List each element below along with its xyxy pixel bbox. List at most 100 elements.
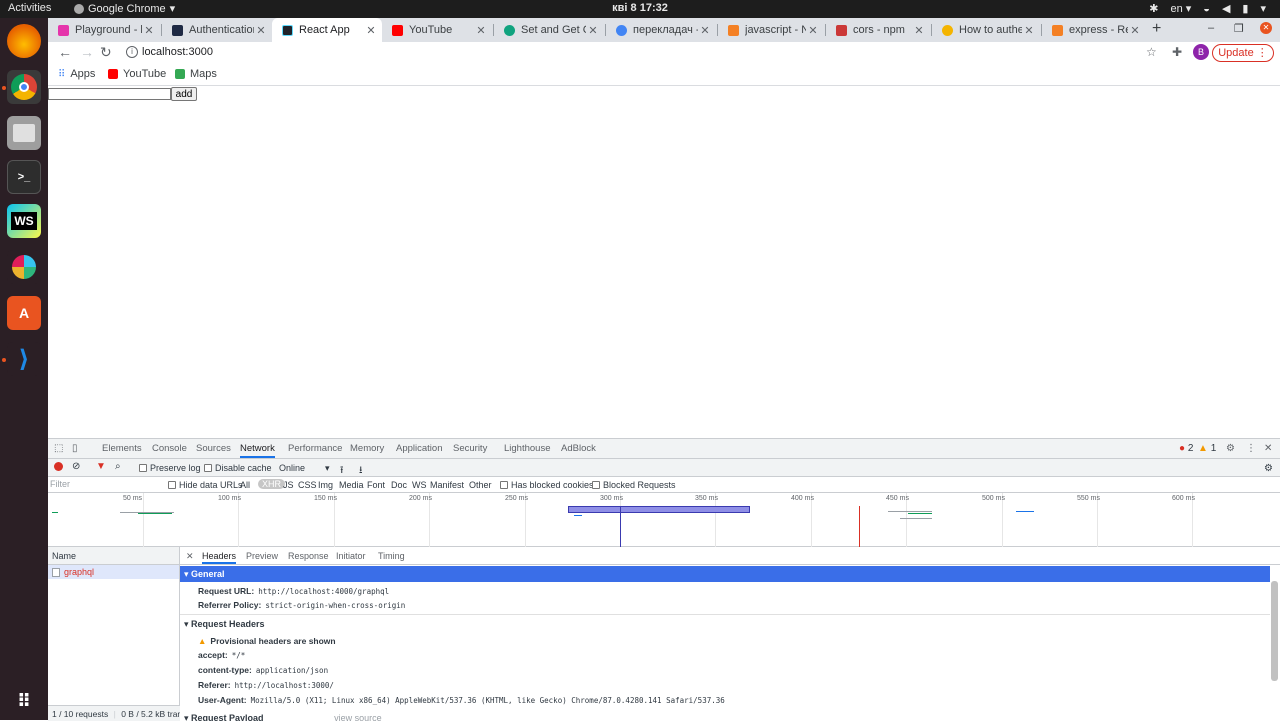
restore-button[interactable]: ❐ (1234, 22, 1244, 35)
blocked-requests-checkbox[interactable]: Blocked Requests (592, 480, 676, 490)
back-button[interactable]: ← (58, 44, 72, 60)
clear-icon[interactable]: ⊘ (72, 461, 80, 472)
close-window-button[interactable]: ✕ (1260, 22, 1272, 34)
search-icon[interactable]: ⌕ (115, 461, 121, 472)
new-tab-button[interactable]: + (1152, 20, 1161, 38)
filter-type-ws[interactable]: WS (412, 480, 427, 490)
tab-translator[interactable]: перекладач - ✕ (606, 18, 716, 42)
software-center-icon[interactable]: A (7, 296, 41, 330)
network-settings-gear-icon[interactable]: ⚙ (1264, 463, 1273, 474)
tab-authentication[interactable]: Authentication ✕ (162, 18, 272, 42)
close-icon[interactable]: ✕ (254, 24, 268, 37)
battery-icon[interactable]: ▮ (1242, 2, 1248, 15)
tab-cors-npm[interactable]: cors - npm ✕ (826, 18, 930, 42)
volume-icon[interactable]: ◀ (1222, 2, 1230, 15)
tab-youtube[interactable]: YouTube ✕ (382, 18, 492, 42)
filter-type-all[interactable]: All (240, 480, 250, 490)
close-icon[interactable]: ✕ (912, 24, 926, 37)
close-icon[interactable]: ✕ (142, 24, 156, 37)
network-settings-icon[interactable]: ✱ (1149, 2, 1158, 15)
filter-type-css[interactable]: CSS (298, 480, 317, 490)
devtools-tab-console[interactable]: Console (152, 443, 187, 454)
todo-input[interactable] (48, 88, 171, 100)
info-icon[interactable]: i (126, 46, 138, 58)
close-icon[interactable]: ✕ (474, 24, 488, 37)
has-blocked-cookies-checkbox[interactable]: Has blocked cookies (500, 480, 594, 490)
close-icon[interactable]: ✕ (364, 24, 378, 37)
close-icon[interactable]: ✕ (586, 24, 600, 37)
reload-button[interactable]: ↻ (100, 44, 112, 61)
warning-count[interactable]: ▲ 1 (1198, 443, 1216, 454)
filter-type-xhr[interactable]: XHR (258, 479, 286, 489)
avatar[interactable]: B (1193, 44, 1209, 60)
devtools-tab-memory[interactable]: Memory (350, 443, 384, 454)
detail-tab-timing[interactable]: Timing (378, 551, 405, 561)
devtools-tab-performance[interactable]: Performance (288, 443, 342, 454)
firefox-icon[interactable] (7, 24, 41, 58)
close-icon[interactable]: ✕ (1128, 24, 1142, 37)
terminal-icon[interactable]: >_ (7, 160, 41, 194)
filter-type-manifest[interactable]: Manifest (430, 480, 464, 490)
throttling-select[interactable]: Online ▾ (279, 463, 330, 474)
slack-icon[interactable] (7, 250, 41, 284)
section-request-headers[interactable]: ▾ Request Headers (180, 616, 1270, 632)
wifi-icon[interactable]: ◒ (1203, 3, 1210, 15)
add-button[interactable]: add (171, 87, 197, 101)
devtools-tab-adblock[interactable]: AdBlock (561, 443, 596, 454)
files-icon[interactable] (7, 116, 41, 150)
chrome-dock-icon[interactable] (7, 70, 41, 104)
minimize-button[interactable]: – (1208, 22, 1214, 34)
close-icon[interactable]: ✕ (1022, 24, 1036, 37)
column-header-name[interactable]: Name (48, 547, 179, 565)
detail-tab-response[interactable]: Response (288, 551, 329, 561)
clock[interactable]: кві 8 17:32 (612, 2, 668, 14)
chevron-down-icon[interactable]: ▾ (1260, 2, 1266, 15)
filter-type-media[interactable]: Media (339, 480, 364, 490)
devtools-tab-lighthouse[interactable]: Lighthouse (504, 443, 550, 454)
tab-playground[interactable]: Playground - h ✕ (48, 18, 160, 42)
devtools-tab-sources[interactable]: Sources (196, 443, 231, 454)
devtools-tab-security[interactable]: Security (453, 443, 487, 454)
system-tray[interactable]: ✱ en ▾ ◒ ◀ ▮ ▾ (1149, 2, 1266, 16)
filter-type-img[interactable]: Img (318, 480, 333, 490)
device-toolbar-icon[interactable]: ▯ (72, 443, 78, 454)
filter-icon[interactable]: ▼ (96, 461, 106, 472)
filter-type-doc[interactable]: Doc (391, 480, 407, 490)
forward-button[interactable]: → (80, 44, 94, 60)
tab-react-app[interactable]: React App ✕ (272, 18, 382, 42)
vscode-icon[interactable]: ⟩ (7, 342, 41, 376)
preserve-log-checkbox[interactable]: Preserve log (139, 463, 201, 473)
hide-data-urls-checkbox[interactable]: Hide data URLs (168, 480, 243, 490)
devtools-tab-elements[interactable]: Elements (102, 443, 142, 454)
request-row[interactable]: graphql (48, 565, 179, 579)
close-devtools-icon[interactable]: ✕ (1264, 443, 1272, 454)
filter-type-other[interactable]: Other (469, 480, 492, 490)
gear-icon[interactable]: ⚙ (1226, 443, 1235, 454)
address-bar[interactable]: localhost:3000 (142, 46, 213, 58)
bookmark-star-icon[interactable]: ☆ (1146, 45, 1157, 59)
devtools-tab-application[interactable]: Application (396, 443, 442, 454)
close-detail-icon[interactable]: ✕ (186, 551, 194, 562)
update-button[interactable]: Update ⋮ (1212, 44, 1274, 62)
tab-javascript-so[interactable]: javascript - No✕ (718, 18, 824, 42)
filter-input[interactable]: Filter (50, 479, 160, 490)
more-options-icon[interactable]: ⋮ (1246, 443, 1256, 454)
filter-type-font[interactable]: Font (367, 480, 385, 490)
bookmark-maps[interactable]: Maps (175, 68, 217, 80)
close-icon[interactable]: ✕ (806, 24, 820, 37)
inspect-element-icon[interactable]: ⬚ (54, 443, 63, 454)
detail-tab-initiator[interactable]: Initiator (336, 551, 366, 561)
section-general[interactable]: ▾ General (180, 566, 1270, 582)
bookmark-youtube[interactable]: YouTube (108, 68, 166, 80)
webstorm-icon[interactable]: WS (7, 204, 41, 238)
bookmark-apps[interactable]: ⠿ Apps (58, 68, 95, 80)
detail-tab-headers[interactable]: Headers (202, 551, 237, 564)
language-indicator[interactable]: en ▾ (1170, 2, 1191, 15)
show-applications-icon[interactable]: ⠿ (7, 684, 41, 718)
detail-tab-preview[interactable]: Preview (246, 551, 278, 561)
extensions-icon[interactable]: ✚ (1172, 45, 1182, 59)
error-count[interactable]: ● 2 (1179, 443, 1193, 454)
app-menu[interactable]: Google Chrome ▾ (74, 2, 175, 15)
record-button[interactable] (54, 462, 63, 471)
tab-express-react[interactable]: express - Reac✕ (1042, 18, 1146, 42)
